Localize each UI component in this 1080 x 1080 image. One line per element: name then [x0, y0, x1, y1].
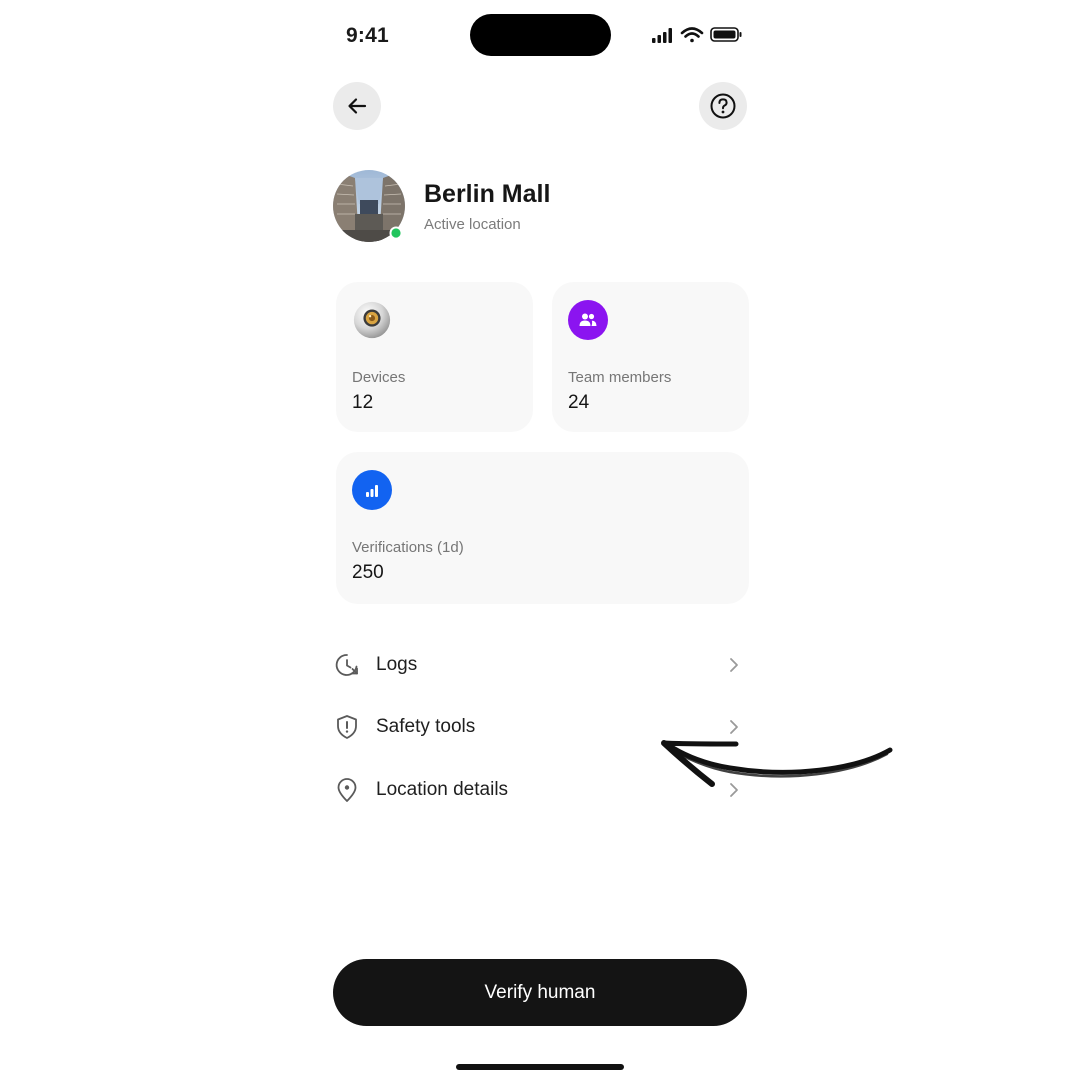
hand-drawn-arrow-icon — [661, 740, 893, 787]
chevron-right-icon — [730, 658, 738, 672]
location-name: Berlin Mall — [424, 180, 551, 208]
menu-item-label: Logs — [376, 654, 418, 675]
verifications-card[interactable]: Verifications (1d) 250 — [336, 452, 749, 604]
location-status: Active location — [424, 216, 521, 233]
wifi-icon — [680, 27, 704, 43]
verifications-value: 250 — [352, 562, 384, 583]
bar-chart-icon — [352, 470, 392, 510]
menu-item-logs[interactable]: Logs — [333, 643, 747, 687]
people-icon — [568, 300, 608, 340]
verify-human-button[interactable]: Verify human — [333, 959, 747, 1026]
map-pin-icon — [337, 778, 357, 802]
orb-device-icon — [352, 300, 392, 340]
home-indicator — [456, 1064, 624, 1070]
dynamic-island — [470, 14, 611, 56]
status-icons — [652, 27, 742, 43]
signal-icon — [652, 28, 672, 43]
team-members-value: 24 — [568, 392, 590, 413]
back-button[interactable] — [333, 82, 381, 130]
arrow-left-icon — [348, 98, 367, 114]
battery-icon — [710, 27, 742, 42]
menu-item-label: Safety tools — [376, 716, 476, 737]
devices-card[interactable]: Devices 12 — [336, 282, 533, 432]
help-button[interactable] — [699, 82, 747, 130]
menu-item-label: Location details — [376, 779, 509, 800]
status-time: 9:41 — [346, 24, 389, 47]
shield-alert-icon — [337, 715, 357, 739]
team-members-label: Team members — [568, 369, 672, 386]
team-members-card[interactable]: Team members 24 — [552, 282, 749, 432]
verifications-label: Verifications (1d) — [352, 539, 464, 556]
location-screen: 9:41 Berlin Mall Active location Devices… — [0, 0, 1080, 1080]
devices-value: 12 — [352, 392, 374, 413]
devices-label: Devices — [352, 369, 406, 386]
clock-history-icon — [335, 654, 358, 676]
location-avatar — [333, 170, 405, 242]
help-circle-icon — [710, 93, 736, 119]
online-status-dot — [391, 228, 401, 238]
